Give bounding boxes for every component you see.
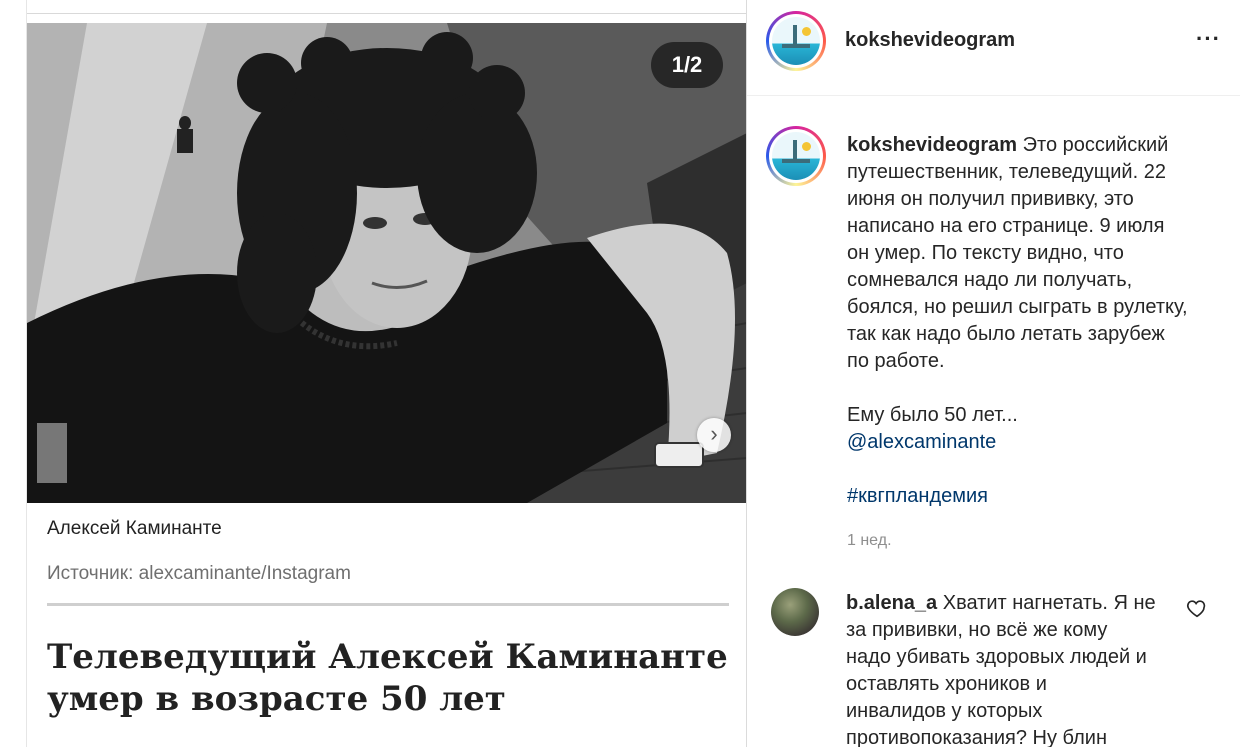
headline-line-2: умер в возрасте 50 лет [47, 679, 506, 719]
post-timestamp[interactable]: 1 нед. [847, 532, 892, 550]
avatar-ring [769, 14, 823, 68]
comment-line-3: оставлять хроников и [846, 673, 1047, 695]
caption-line-2: июня он получил прививку, это [847, 188, 1134, 210]
caption-avatar[interactable] [766, 126, 826, 186]
post-caption: kokshevideogram Это российский путешеств… [847, 132, 1217, 510]
slide-counter: 1/2 [651, 42, 723, 88]
card-top-border [27, 0, 747, 14]
post-photo[interactable]: 1/2 › [27, 23, 747, 503]
post-username[interactable]: kokshevideogram [845, 29, 1015, 52]
comment-line-5: противопоказания? Ну блин [846, 727, 1107, 747]
caption-line-8: по работе. [847, 350, 945, 372]
caption-age-line: Ему было 50 лет... [847, 404, 1018, 426]
comment-line-4: инвалидов у которых [846, 700, 1043, 722]
comment-username[interactable]: b.alena_a [846, 592, 937, 614]
avatar-ring [769, 129, 823, 183]
post-media-area: 1/2 › Алексей Каминанте Источник: alexca… [0, 0, 747, 747]
headline-line-1: Телеведущий Алексей Каминанте [47, 637, 728, 677]
divider [47, 603, 729, 606]
avatar-base-shape [782, 44, 810, 48]
article-screenshot: 1/2 › Алексей Каминанте Источник: alexca… [26, 0, 747, 747]
comment-line-2: надо убивать здоровых людей и [846, 646, 1147, 668]
avatar-image [772, 132, 820, 180]
caption-line-5: сомневался надо ли получать, [847, 269, 1133, 291]
caption-line-6: боялся, но решил сыграть в рулетку, [847, 296, 1188, 318]
avatar-image [772, 17, 820, 65]
heart-icon[interactable] [1186, 597, 1208, 619]
avatar-base-shape [782, 159, 810, 163]
article-headline: Телеведущий Алексей Каминанте умер в воз… [47, 636, 737, 720]
photo-caption: Алексей Каминанте [47, 518, 222, 539]
caption-username[interactable]: kokshevideogram [847, 134, 1017, 156]
caption-line-1: путешественник, телеведущий. 22 [847, 161, 1166, 183]
photo-source: Источник: alexcaminante/Instagram [47, 563, 351, 584]
avatar-sun-shape [802, 142, 811, 151]
comment-line-1: за прививки, но всё же кому [846, 619, 1108, 641]
caption-line: kokshevideogram Это российский [847, 132, 1217, 159]
post-header: kokshevideogram ··· [747, 0, 1240, 96]
caption-line-3: написано на его странице. 9 июля [847, 215, 1165, 237]
more-options-icon[interactable]: ··· [1196, 26, 1221, 52]
photo-illustration [27, 23, 747, 503]
hashtag-link[interactable]: #квгпландемия [847, 485, 988, 507]
comment-line-0: Хватит нагнетать. Я не [942, 592, 1156, 614]
comment: b.alena_a Хватит нагнетать. Я не за прив… [846, 590, 1166, 747]
caption-line-4: он умер. По тексту видно, что [847, 242, 1124, 264]
mention-link[interactable]: @alexcaminante [847, 431, 996, 453]
caption-line-7: так как надо было летать зарубеж [847, 323, 1165, 345]
comment-line: b.alena_a Хватит нагнетать. Я не [846, 590, 1166, 617]
commenter-avatar[interactable] [771, 588, 819, 636]
caption-line-0: Это российский [1022, 134, 1169, 156]
avatar[interactable] [766, 11, 826, 71]
avatar-sun-shape [802, 27, 811, 36]
chevron-right-icon[interactable]: › [697, 418, 731, 452]
